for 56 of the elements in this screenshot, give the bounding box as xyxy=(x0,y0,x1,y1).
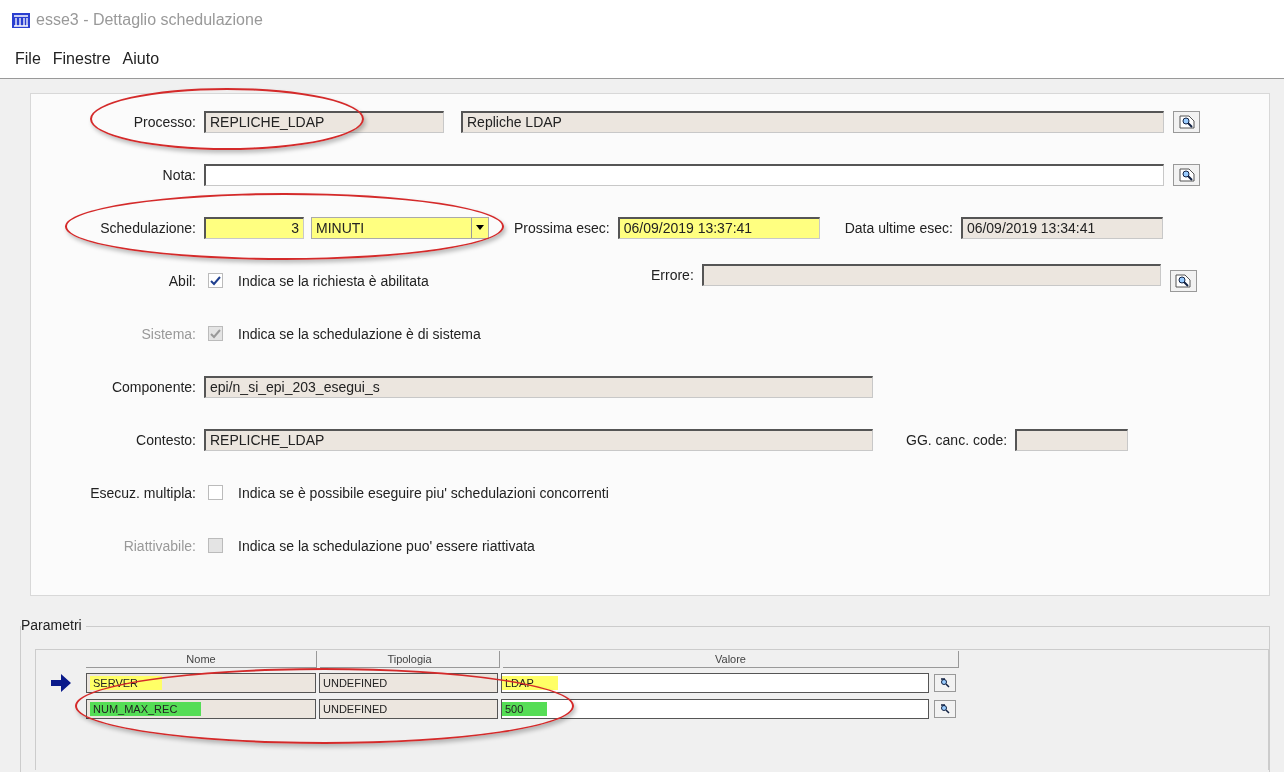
value-field[interactable]: 500 xyxy=(501,698,929,719)
process-code-field[interactable]: REPLICHE_LDAP xyxy=(204,110,444,133)
lookup-button[interactable] xyxy=(1169,269,1197,292)
column-header[interactable]: Tipologia xyxy=(320,651,500,668)
menu-item[interactable]: File xyxy=(14,48,42,70)
magnifier-icon xyxy=(1178,167,1195,182)
lookup-button[interactable] xyxy=(1173,163,1200,186)
process-description-field[interactable]: Repliche LDAP xyxy=(461,110,1164,133)
next-run-field[interactable]: 06/09/2019 13:37:41 xyxy=(617,216,820,239)
checkbox[interactable] xyxy=(208,485,223,500)
value-text: 500 xyxy=(502,701,548,716)
field-label: Prossima esec: xyxy=(514,219,610,236)
field-label: Errore: xyxy=(651,266,694,283)
group-title: Parametri xyxy=(21,617,86,633)
field-label: GG. canc. code: xyxy=(906,431,1008,448)
field-label: Nota: xyxy=(161,166,196,183)
error-field[interactable] xyxy=(701,263,1161,286)
magnifier-icon xyxy=(1178,114,1195,129)
field-label: Data ultime esec: xyxy=(844,219,953,236)
field-label: Riattivabile: xyxy=(122,537,196,554)
unit-dropdown[interactable]: MINUTI xyxy=(311,216,489,239)
name-text: NUM_MAX_REC xyxy=(90,701,202,716)
magnifier-icon xyxy=(939,677,951,688)
component-field[interactable]: epi/n_si_epi_203_esegui_s xyxy=(204,375,873,398)
menu-item[interactable]: Aiuto xyxy=(121,48,161,70)
field-label: Esecuz. multipla: xyxy=(89,484,196,501)
magnifier-icon xyxy=(1175,273,1192,288)
lookup-button[interactable] xyxy=(934,673,956,692)
field-label: Abil: xyxy=(167,272,196,289)
checkbox-description: Indica se la richiesta è abilitata xyxy=(238,272,429,289)
context-field[interactable]: REPLICHE_LDAP xyxy=(204,428,873,451)
checkbox[interactable] xyxy=(208,273,223,288)
field-label: Contesto: xyxy=(135,431,196,448)
building-icon xyxy=(12,12,30,28)
magnifier-icon xyxy=(939,703,951,714)
interval-field[interactable]: 3 xyxy=(204,216,304,239)
checkbox-description: Indica se la schedulazione puo' essere riattivata xyxy=(238,537,535,554)
checkbox-description: Indica se è possibile eseguire piu' schedulazioni concorrenti xyxy=(238,484,609,501)
menu-item[interactable]: Finestre xyxy=(51,48,112,70)
name-text: SERVER xyxy=(90,675,163,690)
field-label: Processo: xyxy=(132,113,196,130)
lookup-button[interactable] xyxy=(1173,110,1200,133)
field-label: Componente: xyxy=(110,378,196,395)
field-label: Schedulazione: xyxy=(99,219,196,236)
days-field[interactable] xyxy=(1015,428,1129,451)
column-header[interactable]: Valore xyxy=(503,651,959,668)
dropdown-arrow-icon xyxy=(476,225,484,230)
table-cell: UNDEFINED xyxy=(319,698,498,719)
field-label: Sistema: xyxy=(140,325,196,342)
note-field[interactable] xyxy=(204,163,1164,186)
table-cell: UNDEFINED xyxy=(319,672,498,693)
last-run-field[interactable]: 06/09/2019 13:34:41 xyxy=(960,216,1163,239)
window-title: esse3 - Dettaglio schedulazione xyxy=(36,11,263,29)
column-header[interactable]: Nome xyxy=(86,651,317,668)
checkbox-description: Indica se la schedulazione è di sistema xyxy=(238,325,481,342)
lookup-button[interactable] xyxy=(934,699,956,718)
